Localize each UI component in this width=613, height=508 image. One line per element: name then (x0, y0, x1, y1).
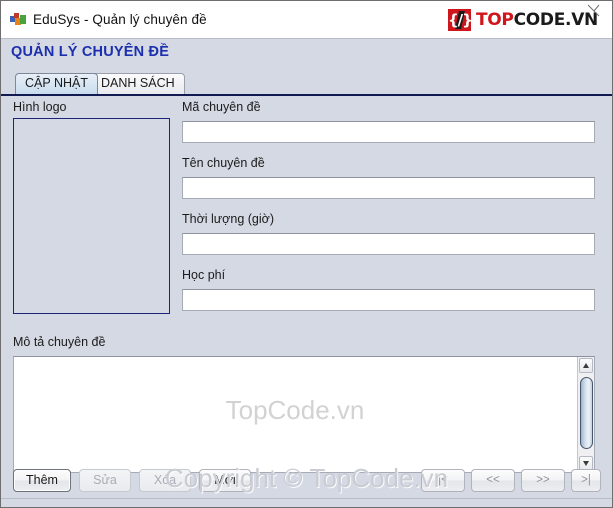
description-scrollbar[interactable] (577, 357, 594, 472)
label-thoi-luong: Thời lượng (giờ) (182, 212, 275, 226)
brace-glyph: {/} (447, 11, 473, 29)
label-mo-ta: Mô tả chuyên đề (13, 335, 106, 349)
form-panel: Hình logo Mã chuyên đề Tên chuyên đề Thờ… (1, 96, 612, 507)
tab-danh-sach[interactable]: DANH SÁCH (91, 73, 185, 94)
nav-previous-button[interactable]: << (471, 469, 515, 492)
topcode-wordmark: TOPCODE.VN (475, 9, 598, 30)
label-ten-chuyen-de: Tên chuyên đề (182, 156, 265, 170)
moi-button[interactable]: Mới (199, 469, 251, 492)
sua-button[interactable]: Sửa (79, 469, 131, 492)
application-window: EduSys - Quản lý chuyên đề {/} TOPCODE.V… (0, 0, 613, 508)
logo-label: Hình logo (13, 100, 67, 114)
label-ma-chuyen-de: Mã chuyên đề (182, 100, 261, 114)
title-bar: EduSys - Quản lý chuyên đề {/} TOPCODE.V… (1, 1, 612, 39)
scrollbar-thumb[interactable] (580, 377, 593, 449)
edusys-app-icon (10, 12, 26, 27)
page-title: QUẢN LÝ CHUYÊN ĐỀ (11, 44, 170, 60)
topcode-logo: {/} TOPCODE.VN (447, 4, 600, 31)
label-hoc-phi: Học phí (182, 268, 226, 282)
logo-text-top: TOP (475, 9, 514, 30)
logo-picture-box[interactable] (13, 118, 170, 314)
input-hoc-phi[interactable] (182, 289, 595, 311)
logo-text-code: CODE (513, 9, 566, 30)
xoa-button[interactable]: Xóa (139, 469, 191, 492)
description-watermark: TopCode.vn (225, 395, 365, 425)
tab-cap-nhat[interactable]: CẬP NHẬT (15, 73, 98, 94)
tab-bar: CẬP NHẬT DANH SÁCH (1, 73, 612, 95)
window-title: EduSys - Quản lý chuyên đề (33, 12, 207, 27)
nav-last-button[interactable]: >| (571, 469, 601, 492)
them-button[interactable]: Thêm (13, 469, 71, 492)
bottom-divider (1, 498, 612, 499)
description-textarea[interactable]: TopCode.vn (13, 356, 595, 473)
topcode-brace-icon: {/} (447, 9, 473, 31)
logo-check-icon (587, 4, 600, 17)
input-ma-chuyen-de[interactable] (182, 121, 595, 143)
input-ten-chuyen-de[interactable] (182, 177, 595, 199)
nav-next-button[interactable]: >> (521, 469, 565, 492)
nav-first-button[interactable]: |< (421, 469, 465, 492)
scroll-up-icon[interactable] (579, 358, 593, 373)
input-thoi-luong[interactable] (182, 233, 595, 255)
